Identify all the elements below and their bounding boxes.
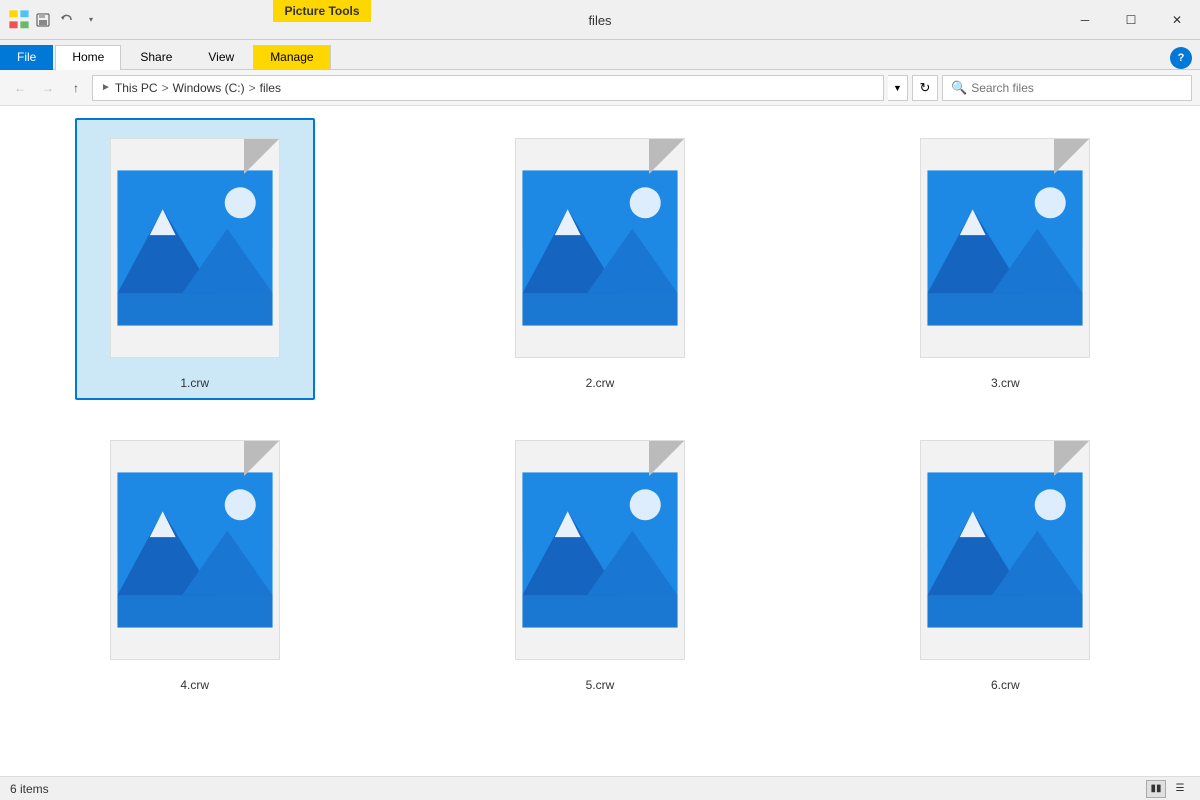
file-grid: 1.crw — [0, 106, 1200, 776]
doc-fold-shadow — [649, 139, 684, 174]
doc-shape — [920, 138, 1090, 358]
file-label: 6.crw — [991, 678, 1020, 692]
ribbon-tabs: File Home Share View Manage ? — [0, 40, 1200, 70]
file-icon-wrapper — [95, 430, 295, 670]
breadcrumb-arrow: ► — [101, 82, 111, 93]
address-bar-row: ← → ↑ ► This PC > Windows (C:) > files ▼… — [0, 70, 1200, 106]
tab-home-label: Home — [72, 50, 104, 64]
address-chevron[interactable]: ▼ — [888, 75, 908, 101]
file-item[interactable]: 5.crw — [480, 420, 720, 702]
view-controls: ▮▮ ☰ — [1146, 780, 1190, 798]
file-label: 4.crw — [180, 678, 209, 692]
file-item[interactable]: 4.crw — [75, 420, 315, 702]
chevron-down-icon: ▾ — [89, 15, 93, 24]
doc-fold-shadow — [244, 139, 279, 174]
file-item[interactable]: 2.crw — [480, 118, 720, 400]
tab-home[interactable]: Home — [55, 45, 121, 70]
doc-fold-shadow — [649, 441, 684, 476]
undo-quick-btn[interactable] — [56, 9, 78, 31]
tab-manage-label: Manage — [270, 50, 313, 64]
back-button[interactable]: ← — [8, 76, 32, 100]
doc-fold-shadow — [1054, 139, 1089, 174]
tab-file-label: File — [17, 50, 36, 64]
tab-share-label: Share — [140, 50, 172, 64]
details-view-button[interactable]: ☰ — [1170, 780, 1190, 798]
tab-manage[interactable]: Manage — [253, 45, 330, 70]
item-count: 6 items — [10, 782, 49, 796]
file-icon-wrapper — [500, 128, 700, 368]
search-icon: 🔍 — [951, 80, 967, 96]
file-icon-wrapper — [95, 128, 295, 368]
file-icon-wrapper — [905, 430, 1105, 670]
file-label: 1.crw — [180, 376, 209, 390]
breadcrumb-thispc[interactable]: This PC — [115, 81, 158, 95]
file-item[interactable]: 6.crw — [885, 420, 1125, 702]
tab-view-label: View — [208, 50, 234, 64]
tab-file[interactable]: File — [0, 45, 53, 70]
help-button[interactable]: ? — [1170, 47, 1192, 69]
address-bar[interactable]: ► This PC > Windows (C:) > files — [92, 75, 884, 101]
quick-access-icon[interactable] — [8, 9, 30, 31]
doc-shape — [920, 440, 1090, 660]
window-controls: ─ ☐ ✕ — [1062, 0, 1200, 40]
window-title-text: files — [588, 13, 611, 28]
file-label: 3.crw — [991, 376, 1020, 390]
doc-fold-shadow — [244, 441, 279, 476]
title-bar-left: ▾ — [0, 0, 110, 39]
tab-share[interactable]: Share — [123, 45, 189, 70]
status-bar: 6 items ▮▮ ☰ — [0, 776, 1200, 800]
large-icons-view-button[interactable]: ▮▮ — [1146, 780, 1166, 798]
window-title: files — [588, 0, 611, 40]
search-input[interactable] — [971, 81, 1183, 95]
picture-tools-label: Picture Tools — [273, 0, 371, 22]
doc-shape — [110, 440, 280, 660]
up-button[interactable]: ↑ — [64, 76, 88, 100]
ribbon-right: ? — [1170, 47, 1200, 69]
file-item[interactable]: 1.crw — [75, 118, 315, 400]
help-label: ? — [1178, 52, 1185, 64]
title-bar: ▾ Picture Tools files ─ ☐ ✕ — [0, 0, 1200, 40]
file-label: 2.crw — [586, 376, 615, 390]
doc-shape — [110, 138, 280, 358]
doc-shape — [515, 440, 685, 660]
file-item[interactable]: 3.crw — [885, 118, 1125, 400]
doc-shape — [515, 138, 685, 358]
file-label: 5.crw — [586, 678, 615, 692]
quick-access: ▾ — [8, 9, 102, 31]
breadcrumb-sep1: > — [162, 81, 169, 95]
breadcrumb-windowsc[interactable]: Windows (C:) — [173, 81, 245, 95]
breadcrumb-files[interactable]: files — [260, 81, 281, 95]
refresh-button[interactable]: ↻ — [912, 75, 938, 101]
search-box[interactable]: 🔍 — [942, 75, 1192, 101]
picture-tools-text: Picture Tools — [284, 4, 359, 18]
doc-fold-shadow — [1054, 441, 1089, 476]
more-quick-btn[interactable]: ▾ — [80, 9, 102, 31]
maximize-button[interactable]: ☐ — [1108, 0, 1154, 40]
minimize-button[interactable]: ─ — [1062, 0, 1108, 40]
file-icon-wrapper — [905, 128, 1105, 368]
tab-view[interactable]: View — [191, 45, 251, 70]
save-quick-btn[interactable] — [32, 9, 54, 31]
forward-button[interactable]: → — [36, 76, 60, 100]
file-icon-wrapper — [500, 430, 700, 670]
close-button[interactable]: ✕ — [1154, 0, 1200, 40]
breadcrumb-sep2: > — [249, 81, 256, 95]
